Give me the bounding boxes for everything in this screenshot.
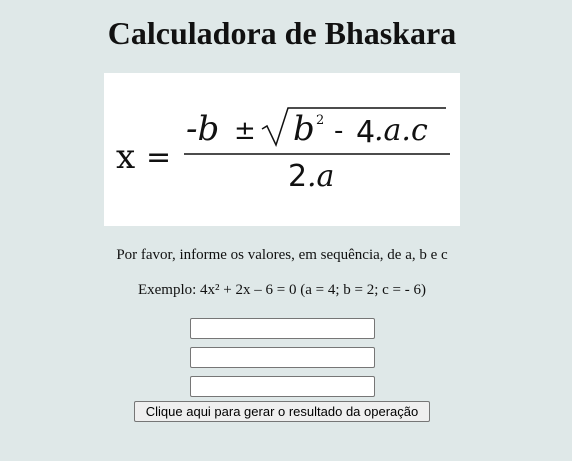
formula-x: x <box>116 137 135 177</box>
formula-neg-b: -b <box>186 109 219 149</box>
example-text: Exemplo: 4x² + 2x – 6 = 0 (a = 4; b = 2;… <box>137 282 426 298</box>
formula-four: 4 <box>356 115 375 150</box>
formula-minus: - <box>334 116 343 146</box>
formula-denominator-a: .a <box>307 159 334 194</box>
coefficient-c-input[interactable] <box>190 376 375 397</box>
coefficient-a-input[interactable] <box>190 318 375 339</box>
bhaskara-formula-image: x = -b ± b 2 - 4 .a.c 2 .a <box>104 73 460 226</box>
calculate-button[interactable]: Clique aqui para gerar o resultado da op… <box>134 401 430 422</box>
formula-equals: = <box>146 140 171 175</box>
coefficient-b-input[interactable] <box>190 347 375 368</box>
formula-ac: .a.c <box>374 113 428 148</box>
formula-exponent: 2 <box>316 113 324 128</box>
formula-plus-minus: ± <box>234 116 256 146</box>
formula-denominator-two: 2 <box>288 159 307 194</box>
page-title: Calculadora de Bhaskara <box>107 15 457 51</box>
formula-graphic: x = -b ± b 2 - 4 .a.c 2 .a <box>116 107 450 194</box>
formula-b: b <box>293 109 315 149</box>
instruction-text: Por favor, informe os valores, em sequên… <box>116 247 448 263</box>
